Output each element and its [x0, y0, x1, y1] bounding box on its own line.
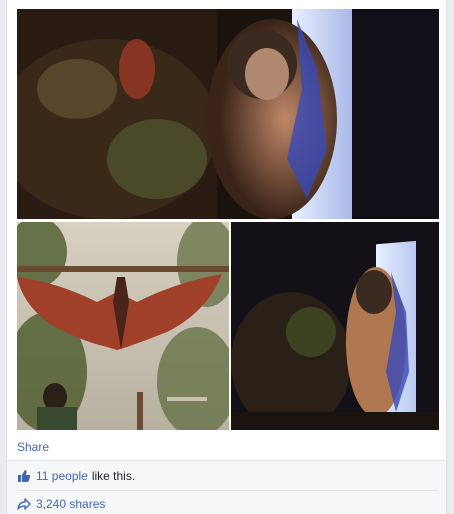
photo-3-image — [231, 222, 439, 430]
post-photo-3[interactable] — [231, 222, 439, 430]
photo-2-image — [17, 222, 229, 430]
shares-row: 3,240 shares — [17, 495, 105, 513]
post-photo-2[interactable] — [17, 222, 229, 430]
photo-1-image — [17, 9, 439, 219]
likes-suffix: like this. — [91, 469, 136, 483]
shares-count-link[interactable]: 3,240 shares — [36, 497, 105, 511]
likes-count-link[interactable]: 11 people — [36, 469, 88, 483]
share-arrow-icon — [17, 498, 31, 510]
thumbs-up-icon — [18, 470, 31, 482]
post-photo-1[interactable] — [17, 9, 439, 219]
likes-row: 11 people like this. — [17, 467, 135, 485]
post-card: Share 11 people like this. 3,240 shares — [6, 0, 447, 514]
post-footer: 11 people like this. 3,240 shares — [7, 461, 446, 514]
footer-divider — [17, 490, 438, 491]
share-link[interactable]: Share — [17, 440, 49, 454]
